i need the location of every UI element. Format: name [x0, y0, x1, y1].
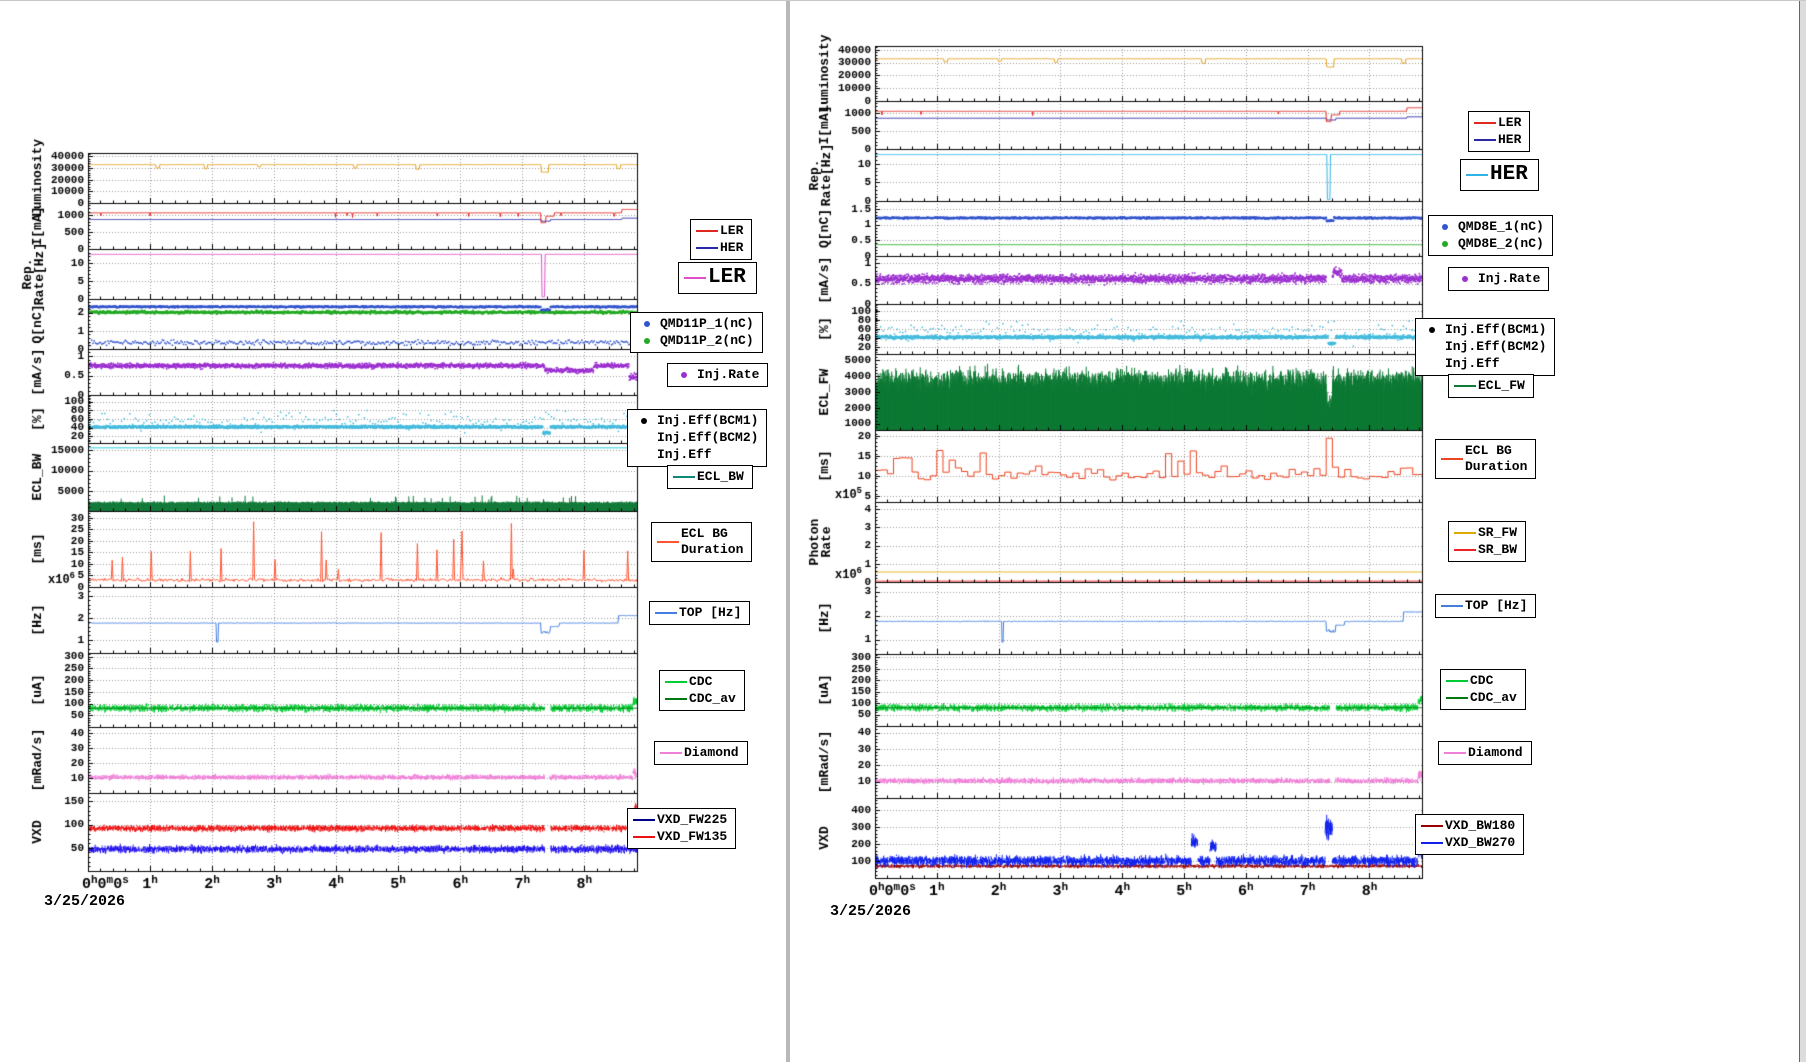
scrollbar[interactable] — [1799, 1, 1806, 1062]
panel-right: LERHERHERQMD8E_1(nC)QMD8E_2(nC)Inj.RateI… — [790, 1, 1798, 1062]
background-monitor-page: LERHERLERQMD11P_1(nC)QMD11P_2(nC)Inj.Rat… — [0, 0, 1806, 1062]
panel-left: LERHERLERQMD11P_1(nC)QMD11P_2(nC)Inj.Rat… — [0, 1, 786, 1062]
left-chart-canvas — [0, 1, 786, 936]
right-date-label: 3/25/2026 — [830, 903, 911, 920]
left-date-label: 3/25/2026 — [44, 893, 125, 910]
right-chart-canvas — [790, 1, 1798, 941]
